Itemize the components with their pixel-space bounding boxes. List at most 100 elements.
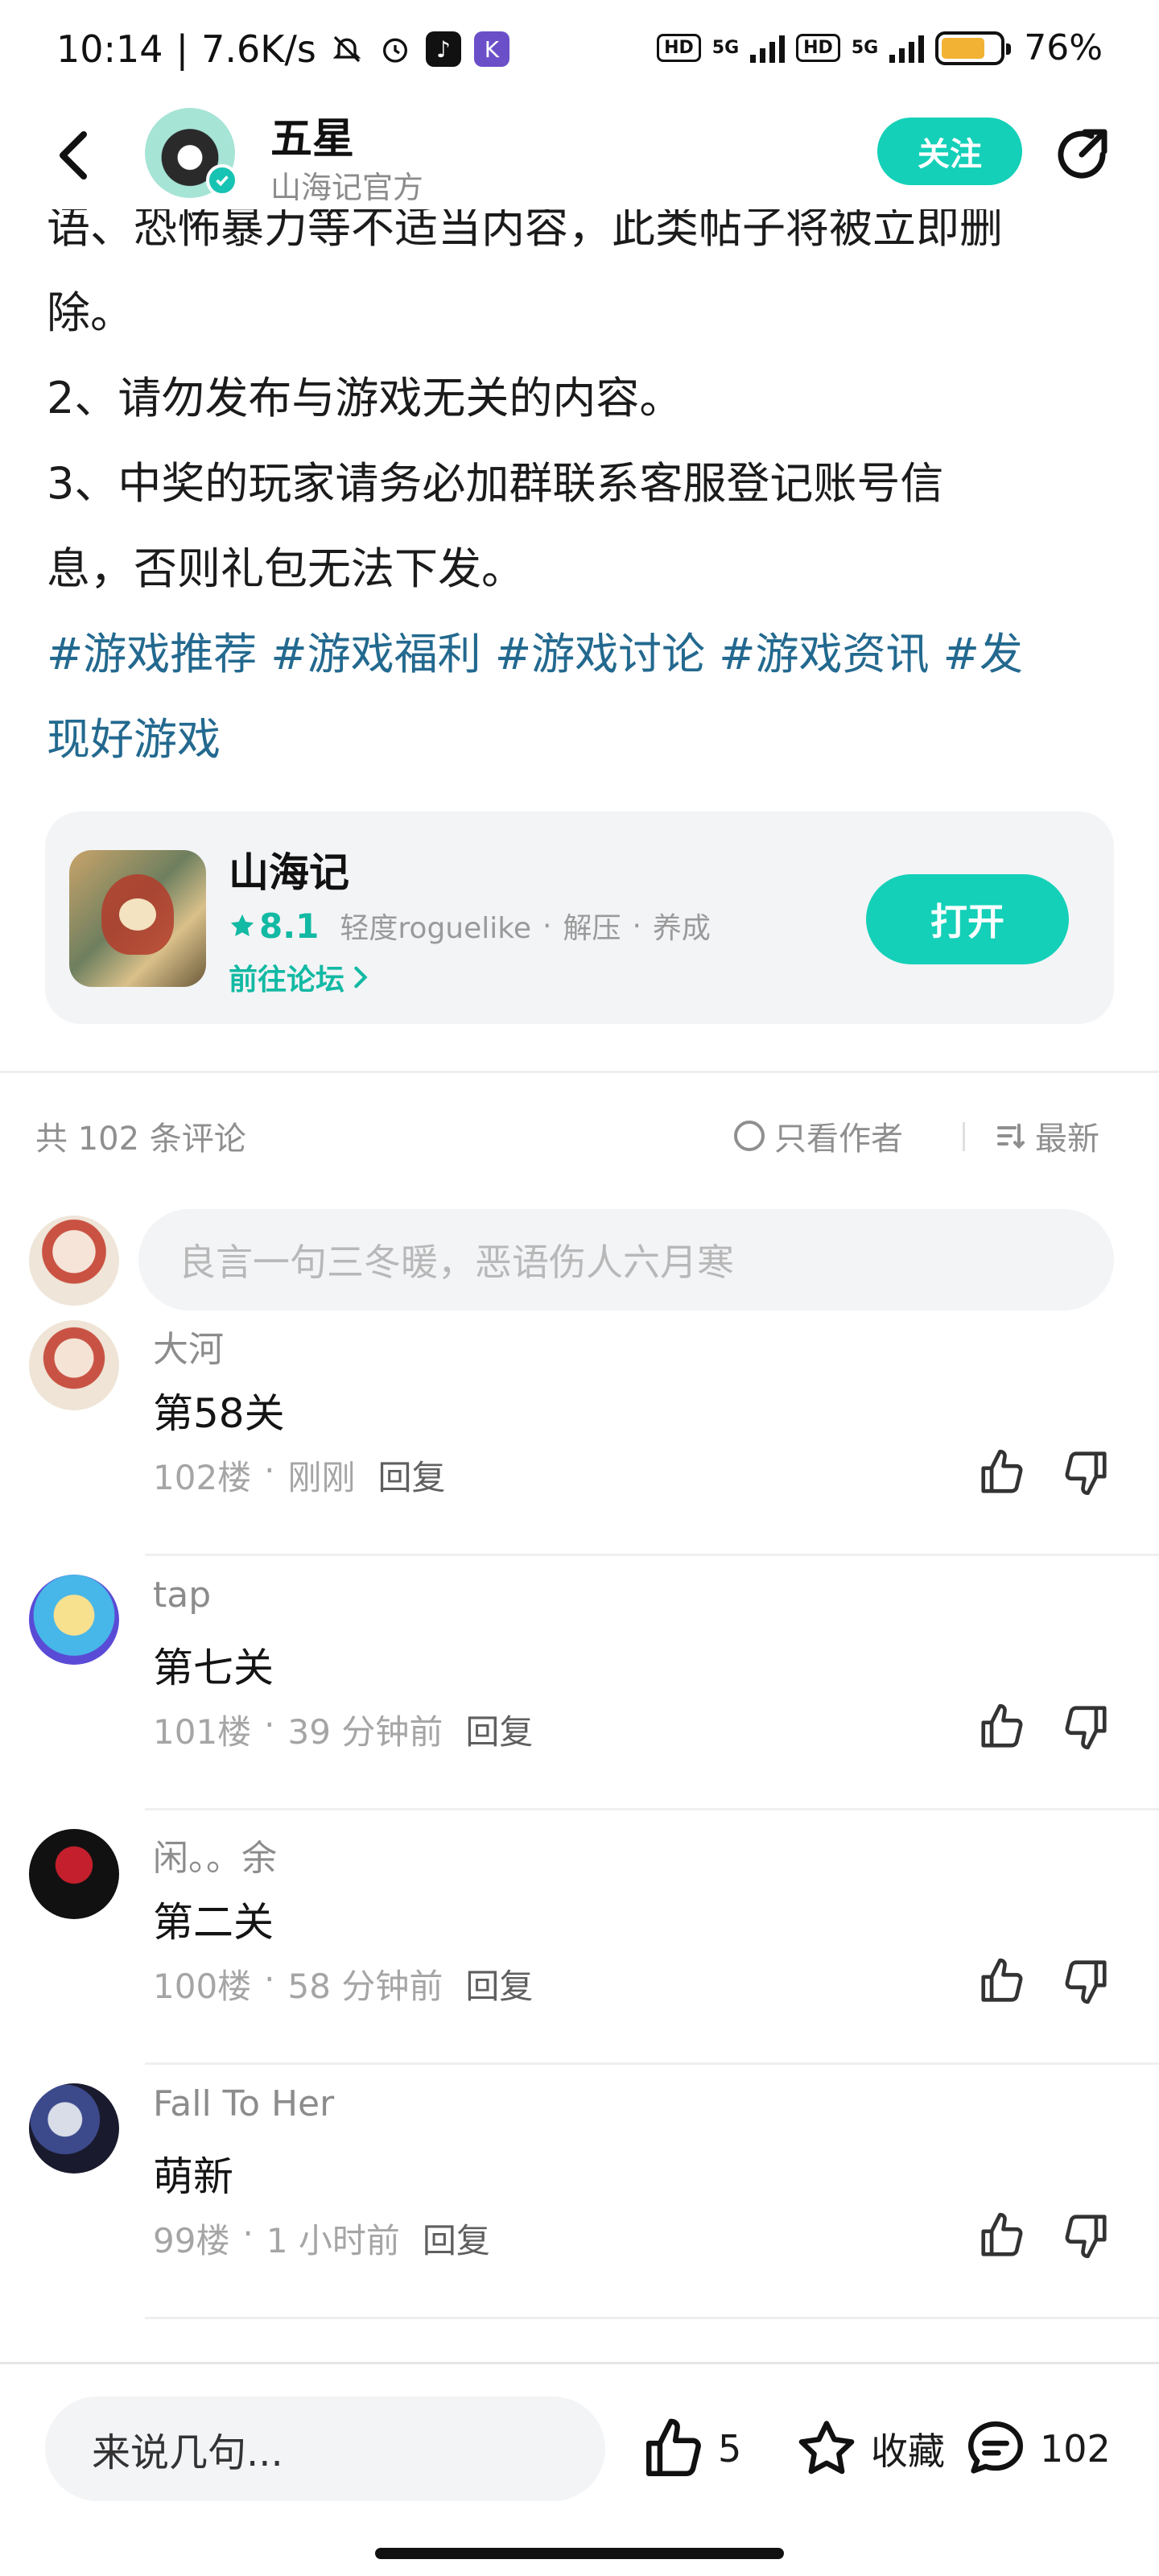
quick-comment-input[interactable]: 来说几句... <box>45 2396 605 2501</box>
only-author-label: 只看作者 <box>774 1121 903 1158</box>
dislike-button[interactable] <box>1061 1447 1111 1497</box>
commenter-name[interactable]: 闲。。余 <box>153 1829 277 1880</box>
game-icon[interactable] <box>69 850 206 987</box>
commenter-name[interactable]: 大河 <box>153 1320 224 1372</box>
comment-text[interactable]: 第58关 <box>153 1381 285 1439</box>
comment-floor: 100楼 <box>153 1967 252 2006</box>
alarm-icon <box>377 31 413 67</box>
header-separator <box>963 1122 965 1151</box>
thumb-up-icon <box>981 1449 1023 1493</box>
chevron-right-icon <box>354 966 368 989</box>
like-button[interactable] <box>977 1702 1027 1752</box>
comment-meta: 99楼 · 1 小时前 回复 <box>153 2214 490 2263</box>
comment-divider <box>145 2062 1159 2065</box>
status-bar: 10:14 | 7.6K/s ♪ K HD 5G HD 5G 76% <box>0 0 1159 105</box>
sort-toggle[interactable]: 最新 <box>995 1113 1099 1159</box>
meta-dot: · <box>264 1451 275 1490</box>
dislike-button[interactable] <box>1061 2211 1111 2260</box>
comment-text[interactable]: 第二关 <box>153 1890 274 1948</box>
game-rating-value: 8.1 <box>259 906 320 946</box>
game-title: 山海记 <box>229 849 349 896</box>
sort-icon <box>997 1123 1025 1150</box>
post-tags-line-1[interactable]: #游戏推荐 #游戏福利 #游戏讨论 #游戏资讯 #发 <box>47 612 1117 697</box>
thumb-up-icon <box>981 1958 1023 2002</box>
thumb-up-icon <box>646 2418 701 2476</box>
commenter-name[interactable]: tap <box>153 1575 211 1616</box>
home-indicator[interactable] <box>375 2548 784 2559</box>
comment-bubble-icon <box>968 2421 1023 2474</box>
only-author-toggle[interactable]: 只看作者 <box>734 1113 903 1159</box>
comment-time: 39 分钟前 <box>287 1712 443 1752</box>
comment-input[interactable]: 良言一句三冬暖，恶语伤人六月寒 <box>138 1209 1114 1311</box>
hd-badge: HD <box>657 34 701 62</box>
comment-text[interactable]: 第七关 <box>153 1636 274 1694</box>
commenter-avatar[interactable] <box>29 1575 119 1665</box>
comment-time: 58 分钟前 <box>287 1967 443 2006</box>
commenter-avatar[interactable] <box>29 1320 119 1410</box>
comment-meta: 102楼 · 刚刚 回复 <box>153 1451 446 1500</box>
dislike-button[interactable] <box>1061 1956 1111 2006</box>
network-speed: 7.6K/s <box>201 27 316 71</box>
status-divider: | <box>175 27 189 71</box>
reply-button[interactable]: 回复 <box>465 1959 533 2008</box>
k-app-icon: K <box>473 31 509 67</box>
signal-bars-icon <box>750 34 786 63</box>
comment-time: 刚刚 <box>287 1458 356 1497</box>
star-icon <box>230 914 254 937</box>
post-like-button[interactable]: 5 <box>641 2413 741 2485</box>
favorite-label: 收藏 <box>871 2429 945 2473</box>
section-divider <box>0 1071 1159 1073</box>
share-button[interactable] <box>1050 122 1114 187</box>
author-avatar[interactable] <box>145 108 238 198</box>
favorite-button[interactable]: 收藏 <box>794 2413 945 2485</box>
my-avatar <box>29 1216 119 1306</box>
post-tags-line-2[interactable]: 现好游戏 <box>47 697 1117 782</box>
sort-label: 最新 <box>1035 1121 1099 1158</box>
status-right: HD 5G HD 5G 76% <box>657 27 1103 68</box>
comment-text[interactable]: 萌新 <box>153 2145 233 2202</box>
battery-icon <box>935 31 1012 65</box>
tiktok-app-icon: ♪ <box>425 31 461 67</box>
comment-divider <box>145 1554 1159 1556</box>
forum-link[interactable]: 前往论坛 <box>229 956 370 998</box>
comment-item: tap 第七关 101楼 · 39 分钟前 回复 <box>0 1575 1159 1829</box>
back-button[interactable] <box>48 127 97 184</box>
meta-dot: · <box>264 1705 275 1744</box>
follow-button[interactable]: 关注 <box>877 118 1022 185</box>
open-game-button[interactable]: 打开 <box>866 874 1069 964</box>
post-line-5: 息，否则礼包无法下发。 <box>47 543 525 594</box>
game-tag-dot: · <box>632 909 641 943</box>
commenter-avatar[interactable] <box>29 2083 119 2174</box>
back-arrow-icon <box>60 131 87 180</box>
favorite-star-icon <box>798 2421 855 2475</box>
verified-icon <box>206 164 238 196</box>
commenter-name[interactable]: Fall To Her <box>153 2083 334 2124</box>
game-card[interactable]: 山海记 8.1 轻度roguelike · 解压 · 养成 前往论坛 打开 <box>45 811 1114 1024</box>
comment-total: 102 <box>1040 2427 1111 2471</box>
reply-button[interactable]: 回复 <box>378 1451 446 1500</box>
meta-dot: · <box>264 1959 275 1999</box>
comments-button[interactable]: 102 <box>963 2413 1111 2485</box>
game-tag-2: 解压 <box>563 912 621 945</box>
like-button[interactable] <box>977 2211 1027 2260</box>
game-tag-3: 养成 <box>652 912 711 945</box>
thumb-down-icon <box>1065 1960 1107 2004</box>
dislike-button[interactable] <box>1061 1702 1111 1752</box>
mute-bell-icon <box>329 31 365 67</box>
status-time: 10:14 <box>56 27 163 71</box>
reply-button[interactable]: 回复 <box>465 1705 533 1754</box>
comment-floor: 102楼 <box>153 1458 252 1497</box>
comment-divider <box>145 2317 1159 2319</box>
post-header: 五星 山海记官方 关注 <box>0 105 1159 209</box>
reply-button[interactable]: 回复 <box>423 2214 490 2263</box>
comment-item: Fall To Her 萌新 99楼 · 1 小时前 回复 <box>0 2083 1159 2338</box>
hd-badge-2: HD <box>796 34 840 62</box>
commenter-avatar[interactable] <box>29 1829 119 1919</box>
like-button[interactable] <box>977 1956 1027 2006</box>
like-count: 5 <box>718 2427 742 2471</box>
author-name[interactable]: 五星 <box>270 105 354 165</box>
game-rating: 8.1 <box>229 906 319 946</box>
like-button[interactable] <box>977 1447 1027 1497</box>
bottom-action-bar: 来说几句... 5 收藏 102 <box>0 2364 1159 2576</box>
radio-circle-icon <box>734 1121 765 1151</box>
